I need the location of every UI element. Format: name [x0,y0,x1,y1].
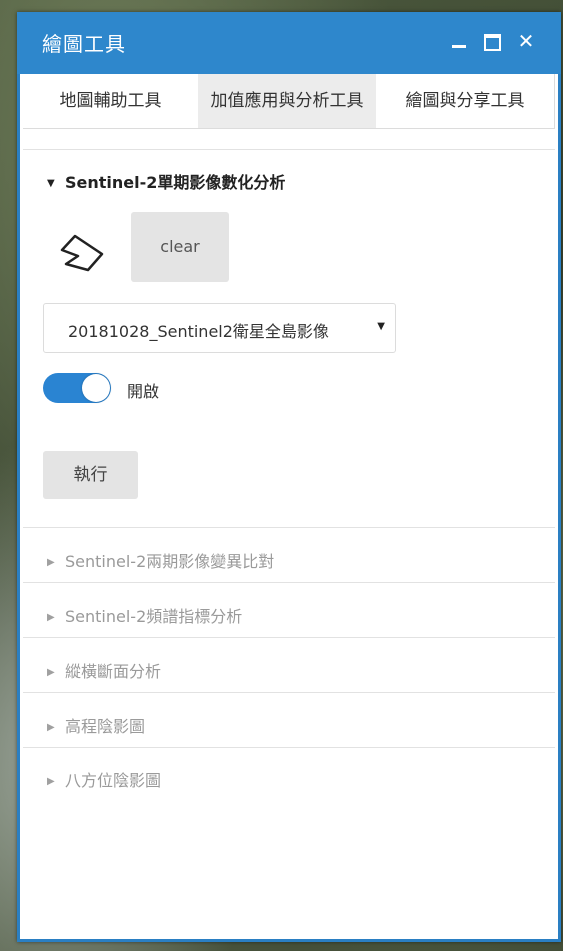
collapsed-arrow-icon: ▶ [47,557,55,568]
collapsed-arrow-icon: ▶ [47,667,55,678]
chevron-down-icon: ▼ [377,321,385,332]
tab-drawing-share-tools[interactable]: 繪圖與分享工具 [376,74,555,128]
maximize-icon[interactable] [479,28,505,54]
divider [23,527,555,528]
run-button[interactable]: 執行 [43,451,138,499]
toggle-label: 開啟 [127,382,160,401]
divider [23,637,555,638]
drawing-tools-panel: 繪圖工具 ✕ 地圖輔助工具 加值應用與分析工具 繪圖與分享工具 ▼ Sentine… [17,12,561,942]
minimize-icon[interactable] [446,28,472,54]
tab-map-helper-tools[interactable]: 地圖輔助工具 [23,74,198,128]
close-icon[interactable]: ✕ [513,28,539,54]
clear-button[interactable]: clear [131,212,229,282]
divider [23,149,555,150]
section-header-spectral-index[interactable]: ▶ Sentinel-2頻譜指標分析 [47,603,242,627]
collapsed-arrow-icon: ▶ [47,776,55,787]
section-header-profile-analysis[interactable]: ▶ 縱橫斷面分析 [47,658,161,682]
section-label: Sentinel-2頻譜指標分析 [65,607,243,626]
divider [23,582,555,583]
open-toggle[interactable] [43,373,111,403]
collapsed-arrow-icon: ▶ [47,722,55,733]
expanded-arrow-icon: ▼ [47,178,55,189]
divider [23,692,555,693]
image-select[interactable]: 20181028_Sentinel2衛星全島影像 ▼ [43,303,396,353]
section-header-hillshade[interactable]: ▶ 高程陰影圖 [47,713,145,737]
section-label: Sentinel-2單期影像數化分析 [65,173,286,192]
tab-bar: 地圖輔助工具 加值應用與分析工具 繪圖與分享工具 [23,74,555,129]
collapsed-arrow-icon: ▶ [47,612,55,623]
tab-analysis-tools[interactable]: 加值應用與分析工具 [198,74,376,128]
panel-titlebar[interactable]: 繪圖工具 ✕ [17,12,561,74]
section-header-multidirectional-hillshade[interactable]: ▶ 八方位陰影圖 [47,767,161,791]
panel-title: 繪圖工具 [42,32,126,56]
section-header-single-image-analysis[interactable]: ▼ Sentinel-2單期影像數化分析 [47,169,285,193]
section-header-two-image-change[interactable]: ▶ Sentinel-2兩期影像變異比對 [47,548,274,572]
polygon-icon[interactable] [58,232,106,276]
image-select-value: 20181028_Sentinel2衛星全島影像 [68,322,329,341]
section-label: 八方位陰影圖 [65,771,162,790]
divider [23,747,555,748]
toggle-knob [82,374,110,402]
section-label: Sentinel-2兩期影像變異比對 [65,552,275,571]
section-label: 縱橫斷面分析 [65,662,162,681]
section-label: 高程陰影圖 [65,717,146,736]
